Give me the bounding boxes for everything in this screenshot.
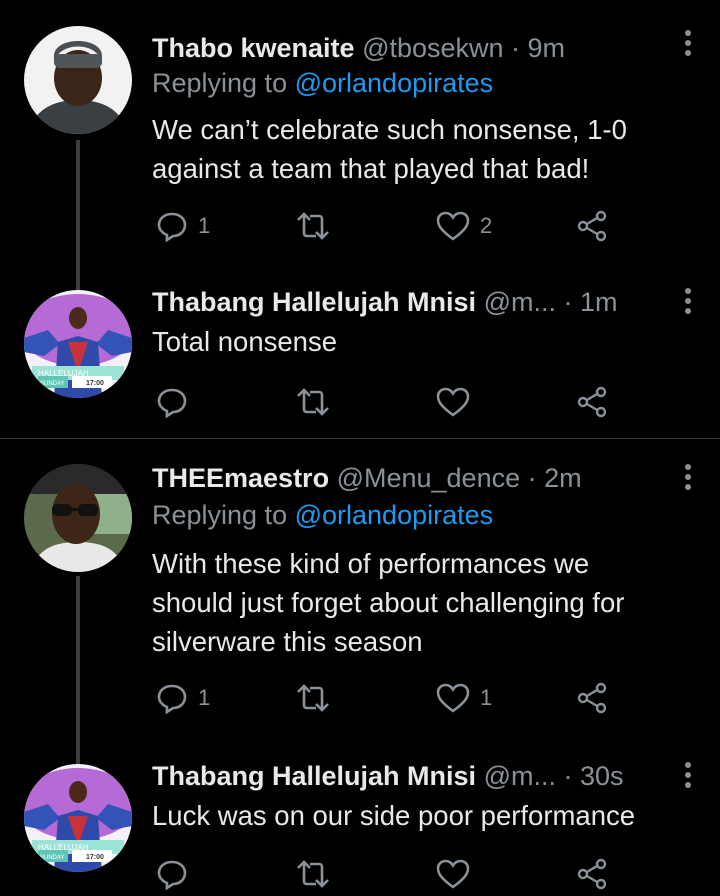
author-meta: @tbosekwn · 9m: [362, 33, 566, 63]
share-button[interactable]: [576, 382, 608, 422]
tweet-actions: [152, 854, 632, 894]
reply-button[interactable]: [156, 382, 188, 422]
retweet-icon: [297, 388, 329, 416]
share-button[interactable]: [576, 678, 608, 718]
like-count: 2: [480, 213, 493, 238]
retweet-button[interactable]: [296, 854, 330, 894]
reply-button[interactable]: 1: [156, 206, 210, 246]
author-name[interactable]: Thabang Hallelujah Mnisi: [152, 761, 476, 791]
tweet-header: Thabo kwenaite @tbosekwn · 9m: [152, 28, 565, 68]
reply-count: 1: [198, 213, 211, 238]
replying-to: Replying to @orlandopirates: [152, 68, 493, 99]
heart-icon: [436, 859, 470, 889]
author-meta: @Menu_dence · 2m: [336, 463, 582, 493]
tweet-text-line: silverware this season: [152, 626, 423, 657]
tweet-text-line: We can’t celebrate such nonsense, 1-0: [152, 114, 627, 145]
tweet-text-line: Total nonsense: [152, 326, 337, 357]
tweet-header: Thabang Hallelujah Mnisi @m... · 1m: [152, 282, 617, 322]
thread-line: [76, 140, 80, 292]
share-icon: [577, 858, 607, 890]
heart-icon: [436, 387, 470, 417]
author-meta: @m... · 30s: [483, 761, 624, 791]
avatar-time-text: 17:00: [86, 380, 104, 387]
share-button[interactable]: [576, 854, 608, 894]
retweet-icon: [297, 212, 329, 240]
replying-to: Replying to @orlandopirates: [152, 500, 493, 531]
retweet-icon: [297, 684, 329, 712]
avatar-banner-text: HALLELUJAH: [38, 369, 89, 378]
tweet-header: Thabang Hallelujah Mnisi @m... · 30s: [152, 756, 624, 796]
like-button[interactable]: 1: [436, 678, 492, 718]
retweet-icon: [297, 860, 329, 888]
tweet-text-line: against a team that played that bad!: [152, 153, 590, 184]
avatar-time-text: 17:00: [86, 854, 104, 861]
more-options-icon[interactable]: [684, 464, 692, 490]
author-meta: @m... · 1m: [483, 287, 618, 317]
reply-count: 1: [198, 685, 211, 710]
share-icon: [577, 210, 607, 242]
divider: [0, 438, 720, 439]
avatar[interactable]: HALLELUJAH SUNDAY 17:00: [24, 764, 132, 872]
replying-to-handle[interactable]: @orlandopirates: [295, 68, 494, 98]
replying-to-handle[interactable]: @orlandopirates: [295, 500, 494, 530]
tweet-text: Luck was on our side poor performance: [152, 796, 692, 835]
author-name[interactable]: Thabang Hallelujah Mnisi: [152, 287, 476, 317]
retweet-button[interactable]: [296, 678, 330, 718]
share-button[interactable]: [576, 206, 608, 246]
heart-icon: [436, 211, 470, 241]
retweet-button[interactable]: [296, 382, 330, 422]
like-button[interactable]: [436, 854, 470, 894]
more-options-icon[interactable]: [684, 30, 692, 56]
heart-icon: [436, 683, 470, 713]
tweet-actions: 1 2: [152, 206, 632, 246]
avatar[interactable]: [24, 26, 132, 134]
reply-icon: [157, 212, 187, 242]
like-count: 1: [480, 685, 493, 710]
tweet-header: THEEmaestro @Menu_dence · 2m: [152, 458, 582, 498]
replying-to-label: Replying to: [152, 68, 288, 98]
tweet-actions: [152, 382, 632, 422]
more-options-icon[interactable]: [684, 762, 692, 788]
avatar-day-text: SUNDAY: [40, 381, 65, 387]
tweet-actions: 1 1: [152, 678, 632, 718]
avatar[interactable]: HALLELUJAH SUNDAY 17:00: [24, 290, 132, 398]
reply-button[interactable]: 1: [156, 678, 210, 718]
reply-icon: [157, 860, 187, 890]
reply-icon: [157, 684, 187, 714]
reply-button[interactable]: [156, 854, 188, 894]
author-name[interactable]: THEEmaestro: [152, 463, 329, 493]
avatar[interactable]: [24, 464, 132, 572]
avatar-banner-text: HALLELUJAH: [38, 843, 89, 852]
like-button[interactable]: [436, 382, 470, 422]
more-options-icon[interactable]: [684, 288, 692, 314]
reply-icon: [157, 388, 187, 418]
avatar-day-text: SUNDAY: [40, 855, 65, 861]
tweet-text-line: should just forget about challenging for: [152, 587, 625, 618]
share-icon: [577, 682, 607, 714]
share-icon: [577, 386, 607, 418]
retweet-button[interactable]: [296, 206, 330, 246]
replying-to-label: Replying to: [152, 500, 288, 530]
like-button[interactable]: 2: [436, 206, 492, 246]
tweet-text-line: With these kind of performances we: [152, 548, 590, 579]
tweet-text: With these kind of performances we shoul…: [152, 544, 692, 661]
author-name[interactable]: Thabo kwenaite: [152, 33, 355, 63]
tweet-text: We can’t celebrate such nonsense, 1-0 ag…: [152, 110, 692, 188]
tweet-text-line: Luck was on our side poor performance: [152, 800, 636, 831]
tweet-text: Total nonsense: [152, 322, 692, 361]
